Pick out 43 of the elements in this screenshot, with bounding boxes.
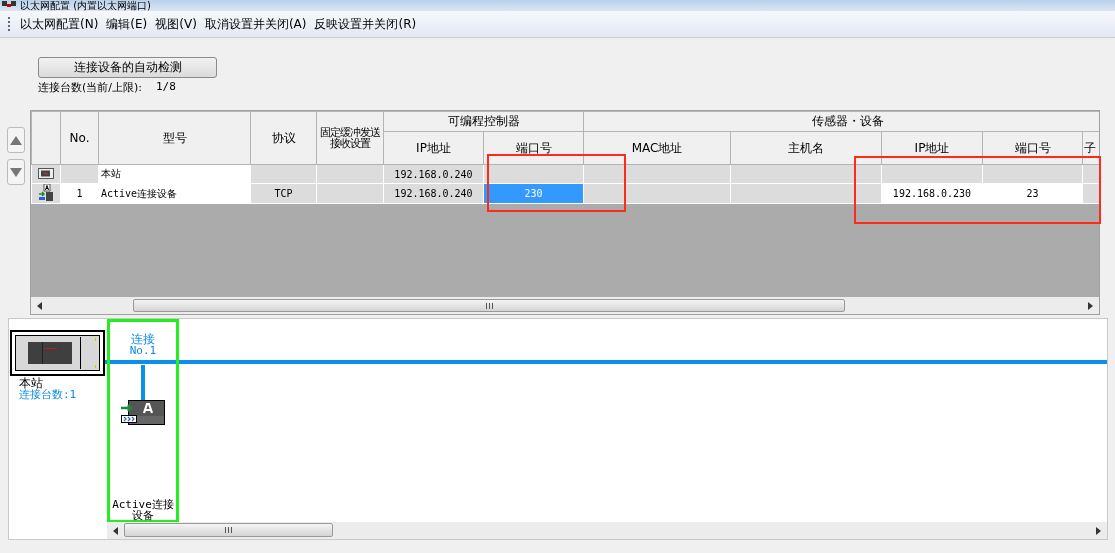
column-group-header: 可编程控制器 <box>383 111 584 132</box>
column-header[interactable]: 型号 <box>98 111 251 165</box>
scroll-thumb[interactable] <box>124 523 333 537</box>
horizontal-scrollbar[interactable] <box>107 522 1107 539</box>
scroll-right-icon[interactable] <box>1088 302 1093 310</box>
device-label: Active连接设备 <box>111 499 175 521</box>
down-arrow-icon <box>10 167 22 177</box>
column-header[interactable]: No. <box>60 111 99 165</box>
column-header[interactable]: IP地址 <box>383 131 484 165</box>
column-header[interactable]: 协议 <box>250 111 317 165</box>
connection-column[interactable]: 连接 No.1 Active连接设备 <box>107 319 179 523</box>
grip-icon <box>485 302 493 309</box>
scroll-left-icon[interactable] <box>113 527 118 535</box>
auto-detect-button[interactable]: 连接设备的自动检测 <box>38 57 217 78</box>
station-label: 本站 <box>19 377 43 389</box>
scroll-thumb[interactable] <box>133 299 845 312</box>
menu-item[interactable]: 反映设置并关闭(R) <box>310 13 421 35</box>
active-device-icon[interactable] <box>121 400 165 426</box>
column-header[interactable]: 固定缓冲发送接收设置 <box>316 111 384 165</box>
up-arrow-icon <box>10 135 22 145</box>
station-node[interactable] <box>10 330 105 376</box>
plc-unit-icon <box>15 335 100 371</box>
menu-item[interactable]: 视图(V) <box>151 13 201 35</box>
horizontal-scrollbar[interactable] <box>31 297 1099 314</box>
count-value: 1/8 <box>156 80 176 95</box>
column-header[interactable]: MAC地址 <box>583 131 731 165</box>
column-group-header: 传感器・设备 <box>583 111 1099 132</box>
scroll-left-icon[interactable] <box>37 302 42 310</box>
connection-count: 连接台数:1 <box>19 389 78 401</box>
menu-item[interactable]: 取消设置并关闭(A) <box>200 13 311 35</box>
window-title: 以太网配置 (内置以太网端口) <box>20 0 151 11</box>
menu-item[interactable]: 以太网配置(N) <box>16 13 103 35</box>
count-label: 连接台数(当前/上限): <box>38 80 142 95</box>
connection-label: 连接 <box>130 334 156 345</box>
grip-icon <box>225 527 232 533</box>
app-icon <box>2 1 16 10</box>
station-icon <box>38 167 54 179</box>
menu-item[interactable]: 编辑(E) <box>102 13 152 35</box>
column-header[interactable]: 主机名 <box>730 131 882 165</box>
connection-number: No.1 <box>129 345 157 356</box>
scroll-right-icon[interactable] <box>1096 527 1101 535</box>
move-up-button[interactable] <box>7 127 25 153</box>
move-down-button[interactable] <box>7 159 25 185</box>
